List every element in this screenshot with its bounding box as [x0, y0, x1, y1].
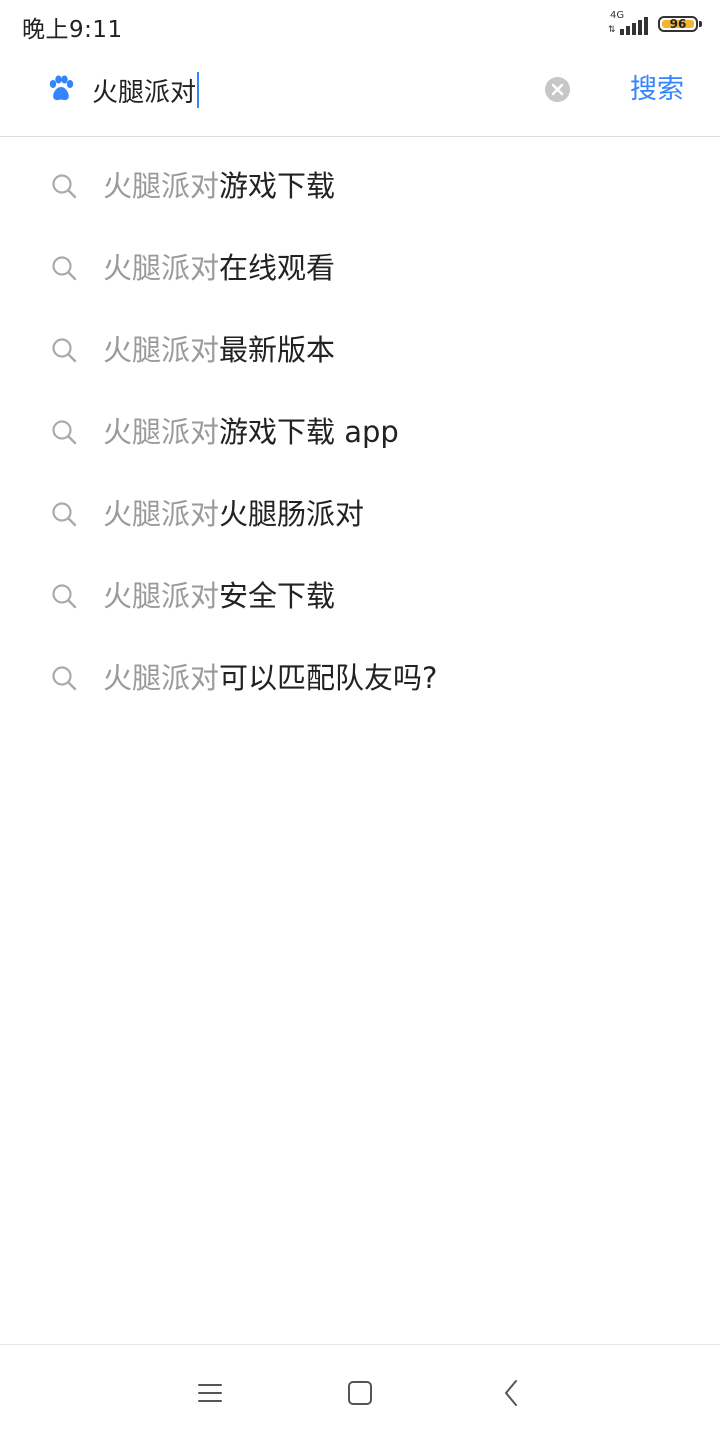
battery-tip [699, 21, 702, 27]
suggestion-prefix: 火腿派对 [103, 661, 220, 695]
suggestion-prefix: 火腿派对 [103, 333, 220, 367]
search-icon [52, 502, 77, 527]
suggestion-text: 火腿派对火腿肠派对 [103, 495, 364, 533]
data-activity-icon: ⇅ [608, 25, 616, 35]
suggestion-item[interactable]: 火腿派对最新版本 [0, 309, 720, 391]
suggestion-suffix: 可以匹配队友吗? [219, 661, 438, 695]
search-icon [52, 256, 77, 281]
search-input[interactable]: 火腿派对 [92, 70, 532, 110]
suggestion-text: 火腿派对在线观看 [103, 249, 335, 287]
suggestion-prefix: 火腿派对 [103, 579, 220, 613]
suggestion-text: 火腿派对安全下载 [103, 577, 335, 615]
suggestion-prefix: 火腿派对 [103, 415, 220, 449]
back-icon [505, 1380, 517, 1406]
suggestion-item[interactable]: 火腿派对游戏下载 [0, 145, 720, 227]
home-button[interactable] [340, 1375, 380, 1411]
system-nav-bar [0, 1344, 720, 1440]
suggestion-suffix: 安全下载 [219, 579, 336, 613]
baidu-paw-icon [49, 75, 74, 101]
screen: 晚上9:11 4G ⇅ 96 火腿派对 搜索 火腿派对游戏下载 火腿派对在线观看… [0, 0, 720, 1440]
cellular-signal-icon: 4G ⇅ [608, 11, 648, 37]
search-icon [52, 666, 77, 691]
status-time: 晚上9:11 [22, 17, 123, 43]
battery-level: 96 [669, 17, 687, 31]
status-bar: 晚上9:11 4G ⇅ 96 [0, 0, 720, 50]
search-header: 火腿派对 搜索 [0, 50, 720, 137]
clear-circle-icon[interactable] [545, 77, 570, 102]
search-icon [52, 420, 77, 445]
suggestion-prefix: 火腿派对 [103, 497, 220, 531]
suggestion-item[interactable]: 火腿派对游戏下载 app [0, 391, 720, 473]
search-button[interactable]: 搜索 [630, 72, 684, 108]
suggestion-item[interactable]: 火腿派对在线观看 [0, 227, 720, 309]
suggestion-item[interactable]: 火腿派对可以匹配队友吗? [0, 637, 720, 719]
suggestion-suffix: 游戏下载 app [219, 415, 399, 449]
suggestion-item[interactable]: 火腿派对火腿肠派对 [0, 473, 720, 555]
suggestion-text: 火腿派对游戏下载 [103, 167, 335, 205]
status-indicators: 4G ⇅ 96 [608, 10, 702, 38]
suggestion-text: 火腿派对可以匹配队友吗? [103, 659, 437, 697]
battery-icon: 96 [658, 16, 698, 32]
signal-bars [620, 17, 650, 35]
home-icon [348, 1381, 372, 1405]
search-query-text: 火腿派对 [92, 77, 197, 108]
suggestion-text: 火腿派对最新版本 [103, 331, 335, 369]
text-caret [197, 72, 200, 108]
back-button[interactable] [492, 1375, 532, 1411]
search-icon [52, 338, 77, 363]
menu-button[interactable] [190, 1375, 230, 1411]
suggestion-suffix: 火腿肠派对 [219, 497, 365, 531]
suggestion-item[interactable]: 火腿派对安全下载 [0, 555, 720, 637]
search-icon [52, 584, 77, 609]
suggestion-list: 火腿派对游戏下载 火腿派对在线观看 火腿派对最新版本 火腿派对游戏下载 app … [0, 145, 720, 719]
suggestion-suffix: 游戏下载 [219, 169, 336, 203]
menu-icon [198, 1384, 222, 1402]
suggestion-prefix: 火腿派对 [103, 251, 220, 285]
suggestion-suffix: 在线观看 [219, 251, 336, 285]
suggestion-prefix: 火腿派对 [103, 169, 220, 203]
suggestion-suffix: 最新版本 [219, 333, 336, 367]
suggestion-text: 火腿派对游戏下载 app [103, 413, 399, 451]
search-icon [52, 174, 77, 199]
